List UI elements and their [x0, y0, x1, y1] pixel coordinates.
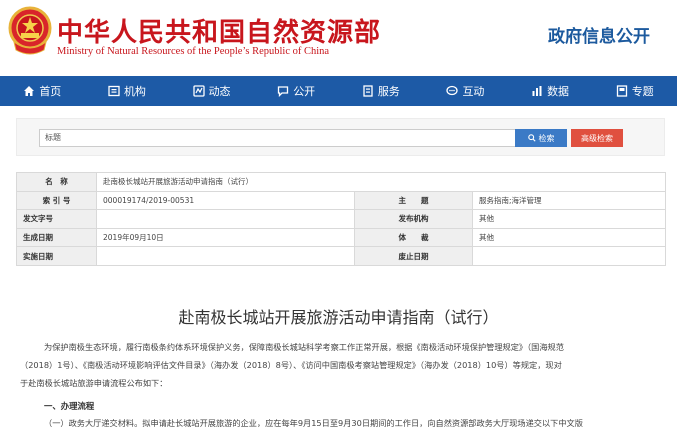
table-row: 实施日期 废止日期	[16, 246, 667, 266]
nav-item-institution[interactable]: 机构	[85, 76, 170, 106]
advanced-search-button[interactable]: 高级检索	[571, 129, 623, 147]
main-nav: 首页 机构 动态 公开 服务 互动 数据 专题	[0, 76, 677, 106]
table-row: 发文字号 发布机构 其他	[16, 209, 667, 229]
name-label: 名 称	[16, 172, 97, 192]
news-icon	[192, 85, 205, 97]
search-icon	[527, 134, 536, 142]
doc-no-label: 发文字号	[16, 209, 97, 229]
nav-item-label: 服务	[377, 85, 400, 98]
table-row: 生成日期 2019年09月10日 体 裁 其他	[16, 227, 667, 248]
table-row: 名 称 赴南极长城站开展旅游活动申请指南（试行）	[16, 172, 667, 192]
document-metadata-table: 名 称 赴南极长城站开展旅游活动申请指南（试行） 索 引 号 000019174…	[16, 172, 667, 266]
effective-date-value	[96, 246, 355, 266]
nav-item-home[interactable]: 首页	[0, 76, 85, 106]
bar-chart-icon	[532, 86, 542, 96]
service-icon	[363, 85, 373, 97]
chat-icon	[278, 86, 289, 97]
nav-item-open[interactable]: 公开	[254, 76, 339, 106]
issuer-label: 发布机构	[354, 209, 473, 229]
genre-value: 其他	[471, 227, 667, 248]
paragraph-line: 于赴南极长城站旅游申请流程公布如下：	[20, 378, 168, 388]
search-bar: 标题 ▼ 检索 高级检索	[16, 118, 665, 156]
nav-item-label: 专题	[631, 85, 654, 98]
repeal-date-label: 废止日期	[354, 246, 473, 266]
paragraph-line: （一）政务大厅递交材料。拟申请赴长城站开展旅游的企业，应在每年9月15日至9月3…	[44, 418, 583, 428]
doc-no-value	[96, 209, 355, 229]
nav-item-label: 数据	[547, 85, 570, 98]
issuer-value: 其他	[471, 209, 667, 229]
search-field-select[interactable]: 标题 ▼	[39, 129, 529, 147]
nav-item-label: 公开	[293, 85, 316, 98]
section-heading: 一、办理流程	[44, 401, 95, 411]
site-header: 中华人民共和国自然资源部 Ministry of Natural Resourc…	[0, 0, 677, 76]
paragraph-line: （2018）1号）、《南极活动环境影响评估文件目录》（海办发（2018）8号）、…	[20, 360, 562, 370]
repeal-date-value	[471, 246, 667, 266]
home-icon	[24, 86, 35, 96]
gov-info-link[interactable]: 政府信息公开	[548, 22, 650, 47]
nav-item-label: 动态	[208, 85, 231, 98]
index-label: 索 引 号	[16, 190, 97, 211]
institution-icon	[108, 85, 120, 97]
genre-label: 体 裁	[354, 227, 473, 248]
topic-icon	[616, 85, 627, 97]
nav-item-topic[interactable]: 专题	[592, 76, 677, 106]
ministry-title-en: Ministry of Natural Resources of the Peo…	[57, 46, 330, 57]
subject-value: 服务指南;海洋管理	[471, 190, 667, 211]
nav-item-service[interactable]: 服务	[339, 76, 424, 106]
search-button-label: 检索	[538, 133, 555, 143]
search-field-value: 标题	[45, 133, 61, 142]
subject-label: 主 题	[354, 190, 473, 211]
nav-item-news[interactable]: 动态	[169, 76, 254, 106]
nav-item-label: 机构	[123, 85, 146, 98]
name-value: 赴南极长城站开展旅游活动申请指南（试行）	[95, 172, 667, 192]
effective-date-label: 实施日期	[16, 246, 97, 266]
table-row: 索 引 号 000019174/2019-00531 主 题 服务指南;海洋管理	[16, 190, 667, 211]
nav-item-interaction[interactable]: 互动	[423, 76, 508, 106]
interaction-icon	[446, 85, 459, 96]
paragraph-line: 为保护南极生态环境，履行南极条约体系环境保护义务，保障南极长城站科学考察工作正常…	[44, 342, 564, 352]
national-emblem-icon	[8, 6, 52, 55]
search-button[interactable]: 检索	[515, 129, 567, 147]
index-value: 000019174/2019-00531	[96, 190, 355, 211]
nav-item-label: 互动	[462, 85, 485, 98]
created-date-label: 生成日期	[16, 227, 97, 248]
created-date-value: 2019年09月10日	[96, 227, 355, 248]
document-title: 赴南极长城站开展旅游活动申请指南（试行）	[178, 308, 499, 327]
advanced-search-label: 高级检索	[581, 133, 613, 143]
nav-item-data[interactable]: 数据	[508, 76, 593, 106]
nav-item-label: 首页	[39, 85, 62, 98]
ministry-title-cn: 中华人民共和国自然资源部	[57, 18, 382, 48]
